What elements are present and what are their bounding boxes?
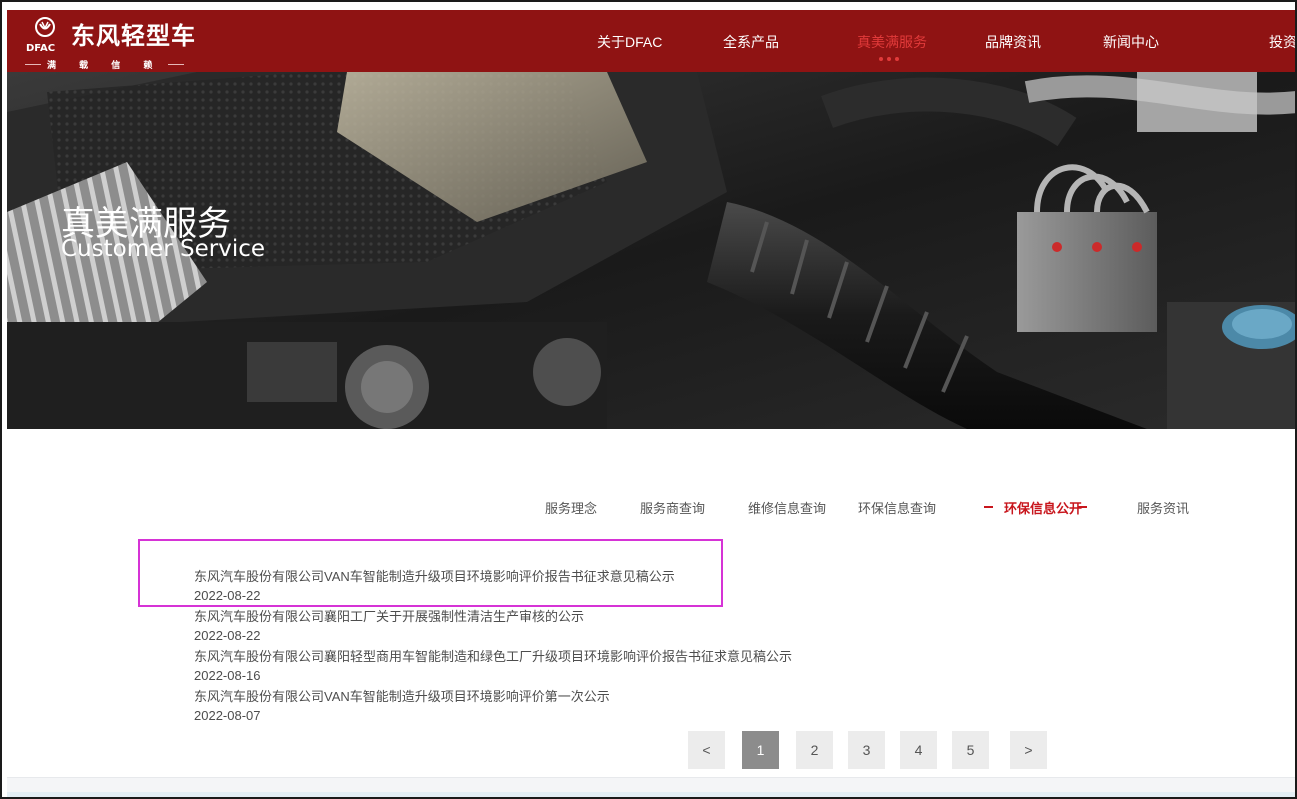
- subnav-item-env-disclosure[interactable]: 环保信息公开: [1004, 498, 1082, 517]
- list-item-title[interactable]: 东风汽车股份有限公司VAN车智能制造升级项目环境影响评价报告书征求意见稿公示: [194, 568, 994, 586]
- page-button-1[interactable]: 1: [742, 731, 779, 769]
- nav-item-about[interactable]: 关于DFAC: [597, 32, 662, 52]
- list-item-date: 2022-08-16: [194, 668, 261, 683]
- subnav-item-service-news[interactable]: 服务资讯: [1137, 498, 1189, 517]
- footer-inner: [7, 792, 1295, 797]
- list-item-title[interactable]: 东风汽车股份有限公司襄阳工厂关于开展强制性清洁生产审核的公示: [194, 608, 994, 626]
- list-item[interactable]: 东风汽车股份有限公司襄阳工厂关于开展强制性清洁生产审核的公示 2022-08-2…: [194, 608, 994, 648]
- page-button-4[interactable]: 4: [900, 731, 937, 769]
- list-item-date: 2022-08-22: [194, 628, 261, 643]
- list-item-date: 2022-08-07: [194, 708, 261, 723]
- list-item-title[interactable]: 东风汽车股份有限公司襄阳轻型商用车智能制造和绿色工厂升级项目环境影响评价报告书征…: [194, 648, 994, 666]
- prev-page-button[interactable]: <: [688, 731, 725, 769]
- list-item-title[interactable]: 东风汽车股份有限公司VAN车智能制造升级项目环境影响评价第一次公示: [194, 688, 994, 706]
- subnav-item-service-philosophy[interactable]: 服务理念: [545, 498, 597, 517]
- nav-item-service[interactable]: 真美满服务: [857, 32, 927, 52]
- announcement-list: 东风汽车股份有限公司VAN车智能制造升级项目环境影响评价报告书征求意见稿公示 2…: [194, 568, 994, 728]
- main-nav: 关于DFAC 全系产品 真美满服务 品牌资讯 新闻中心 投资: [7, 10, 1295, 72]
- nav-item-news-center[interactable]: 新闻中心: [1103, 32, 1159, 52]
- subnav-item-dealer-search[interactable]: 服务商查询: [640, 498, 705, 517]
- list-item-date: 2022-08-22: [194, 588, 261, 603]
- sub-nav: 服务理念 服务商查询 维修信息查询 环保信息查询 环保信息公开 服务资讯: [2, 498, 1295, 518]
- active-nav-indicator: [879, 57, 905, 61]
- subnav-item-env-query[interactable]: 环保信息查询: [858, 498, 936, 517]
- nav-item-investor[interactable]: 投资: [1269, 32, 1295, 52]
- page-frame: DFAC 东风轻型车 满 载 信 赖 关于DFAC 全系产品 真美满服务 品牌资…: [0, 0, 1297, 799]
- nav-item-brand-news[interactable]: 品牌资讯: [985, 32, 1041, 52]
- next-page-button[interactable]: >: [1010, 731, 1047, 769]
- nav-item-products[interactable]: 全系产品: [723, 32, 779, 52]
- banner-subtitle: Customer Service: [61, 236, 266, 262]
- site-header: DFAC 东风轻型车 满 载 信 赖 关于DFAC 全系产品 真美满服务 品牌资…: [7, 10, 1295, 72]
- footer-strip: [7, 777, 1295, 797]
- page-button-2[interactable]: 2: [796, 731, 833, 769]
- hero-banner: 真美满服务 Customer Service: [7, 72, 1295, 429]
- page-button-3[interactable]: 3: [848, 731, 885, 769]
- list-item[interactable]: 东风汽车股份有限公司襄阳轻型商用车智能制造和绿色工厂升级项目环境影响评价报告书征…: [194, 648, 994, 688]
- list-item[interactable]: 东风汽车股份有限公司VAN车智能制造升级项目环境影响评价第一次公示 2022-0…: [194, 688, 994, 728]
- active-subnav-dash-left: [984, 506, 993, 508]
- list-item[interactable]: 东风汽车股份有限公司VAN车智能制造升级项目环境影响评价报告书征求意见稿公示 2…: [194, 568, 994, 608]
- subnav-item-repair-info[interactable]: 维修信息查询: [748, 498, 826, 517]
- page-button-5[interactable]: 5: [952, 731, 989, 769]
- active-subnav-dash-right: [1078, 506, 1087, 508]
